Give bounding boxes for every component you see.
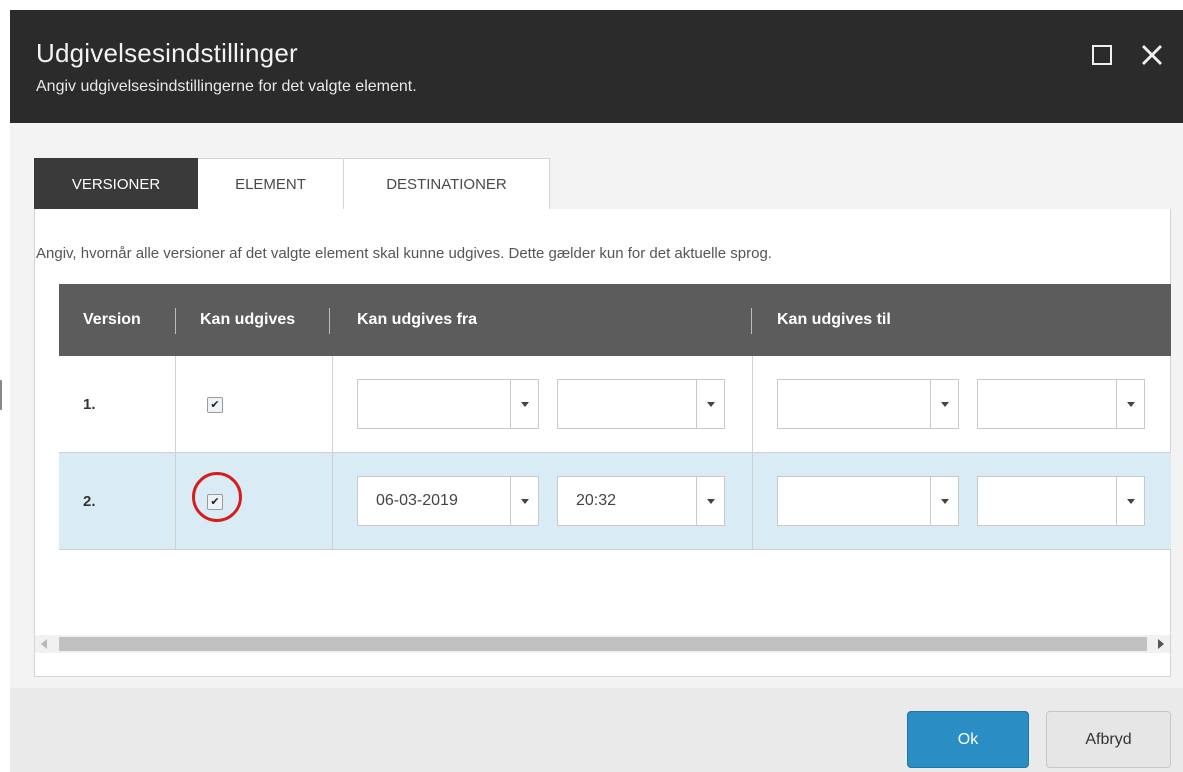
chevron-down-icon[interactable] bbox=[696, 477, 724, 525]
tab-destinationer[interactable]: DESTINATIONER bbox=[344, 158, 550, 209]
ok-button[interactable]: Ok bbox=[907, 711, 1029, 768]
tab-element[interactable]: ELEMENT bbox=[198, 158, 344, 209]
column-header-publish-to: Kan udgives til bbox=[777, 311, 891, 328]
dialog-footer: Ok Afbryd bbox=[10, 688, 1183, 772]
column-header-publish-from: Kan udgives fra bbox=[357, 311, 478, 328]
column-header-publishable: Kan udgives bbox=[200, 311, 296, 328]
version-number: 2. bbox=[59, 453, 176, 549]
horizontal-scrollbar[interactable] bbox=[35, 635, 1170, 653]
dialog-subtitle: Angiv udgivelsesindstillingerne for det … bbox=[36, 78, 417, 95]
panel-description: Angiv, hvornår alle versioner af det val… bbox=[36, 245, 772, 262]
publishable-checkbox[interactable]: ✔ bbox=[207, 397, 223, 413]
publish-to-cell bbox=[753, 453, 1171, 549]
column-header-version: Version bbox=[83, 311, 141, 328]
chevron-down-icon[interactable] bbox=[696, 380, 724, 428]
version-number: 1. bbox=[59, 356, 176, 452]
tab-bar: VERSIONER ELEMENT DESTINATIONER bbox=[34, 158, 550, 209]
publish-from-date-value: 06-03-2019 bbox=[376, 492, 458, 509]
publish-from-time-value: 20:32 bbox=[576, 492, 617, 509]
publish-to-time-picker[interactable] bbox=[977, 379, 1145, 429]
publishing-settings-dialog: Udgivelsesindstillinger Angiv udgivelses… bbox=[10, 10, 1183, 772]
table-header: Version Kan udgives Kan udgives fra Kan … bbox=[59, 284, 1171, 356]
close-button[interactable] bbox=[1137, 40, 1167, 70]
scroll-right-icon[interactable] bbox=[1158, 639, 1164, 649]
publish-to-date-picker[interactable] bbox=[777, 476, 959, 526]
publish-from-time-picker[interactable] bbox=[557, 379, 725, 429]
publish-to-time-picker[interactable] bbox=[977, 476, 1145, 526]
scroll-left-icon[interactable] bbox=[41, 639, 47, 649]
chevron-down-icon[interactable] bbox=[510, 380, 538, 428]
table-row-selected[interactable]: 2. ✔ 06-03-2019 20:32 bbox=[59, 453, 1171, 550]
chevron-down-icon[interactable] bbox=[930, 477, 958, 525]
publishable-cell: ✔ bbox=[176, 356, 333, 452]
dialog-title: Udgivelsesindstillinger bbox=[36, 38, 298, 68]
dialog-header: Udgivelsesindstillinger Angiv udgivelses… bbox=[10, 10, 1183, 123]
publish-from-date-picker[interactable] bbox=[357, 379, 539, 429]
maximize-button[interactable] bbox=[1087, 40, 1117, 70]
publish-from-date-picker[interactable]: 06-03-2019 bbox=[357, 476, 539, 526]
panel-edge-handle bbox=[0, 380, 6, 410]
chevron-down-icon[interactable] bbox=[1116, 477, 1144, 525]
table-row[interactable]: 1. ✔ bbox=[59, 356, 1171, 453]
publish-from-cell: 06-03-2019 20:32 bbox=[333, 453, 753, 549]
publish-to-cell bbox=[753, 356, 1171, 452]
scrollbar-thumb[interactable] bbox=[59, 637, 1147, 651]
publish-from-time-picker[interactable]: 20:32 bbox=[557, 476, 725, 526]
chevron-down-icon[interactable] bbox=[1116, 380, 1144, 428]
column-divider bbox=[175, 308, 176, 334]
column-divider bbox=[751, 308, 752, 334]
publishable-cell: ✔ bbox=[176, 453, 333, 549]
column-divider bbox=[329, 308, 330, 334]
maximize-icon bbox=[1092, 45, 1112, 65]
publish-to-date-picker[interactable] bbox=[777, 379, 959, 429]
annotation-circle bbox=[192, 472, 242, 522]
publish-from-cell bbox=[333, 356, 753, 452]
chevron-down-icon[interactable] bbox=[510, 477, 538, 525]
chevron-down-icon[interactable] bbox=[930, 380, 958, 428]
tab-versioner[interactable]: VERSIONER bbox=[34, 158, 198, 209]
close-icon bbox=[1142, 45, 1162, 65]
versions-table: Version Kan udgives Kan udgives fra Kan … bbox=[59, 284, 1171, 550]
dialog-content: VERSIONER ELEMENT DESTINATIONER Angiv, h… bbox=[10, 123, 1183, 688]
cancel-button[interactable]: Afbryd bbox=[1046, 711, 1171, 768]
